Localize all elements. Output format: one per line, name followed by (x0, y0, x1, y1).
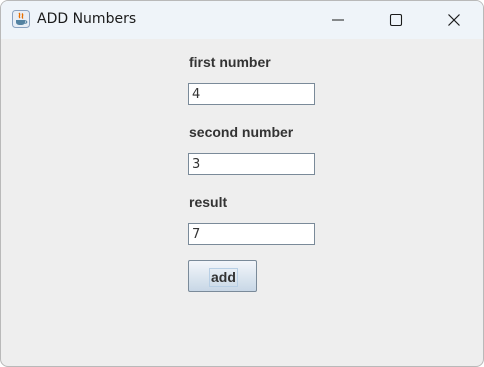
title-bar[interactable]: ADD Numbers (1, 1, 483, 39)
maximize-button[interactable] (367, 1, 425, 39)
close-icon (448, 14, 460, 26)
minimize-button[interactable] (309, 1, 367, 39)
java-cup-icon (12, 10, 30, 28)
close-button[interactable] (425, 1, 483, 39)
second-number-input[interactable] (188, 153, 315, 175)
window-title: ADD Numbers (37, 11, 137, 27)
add-button[interactable]: add (188, 260, 257, 292)
minimize-icon (332, 19, 344, 21)
first-number-input[interactable] (188, 83, 315, 105)
first-number-label: first number (189, 54, 271, 70)
second-number-label: second number (189, 124, 294, 140)
add-button-label: add (209, 268, 238, 287)
app-window: ADD Numbers first number second number r… (0, 0, 484, 367)
maximize-icon (389, 13, 403, 27)
result-label: result (189, 194, 228, 210)
result-input[interactable] (188, 223, 315, 245)
